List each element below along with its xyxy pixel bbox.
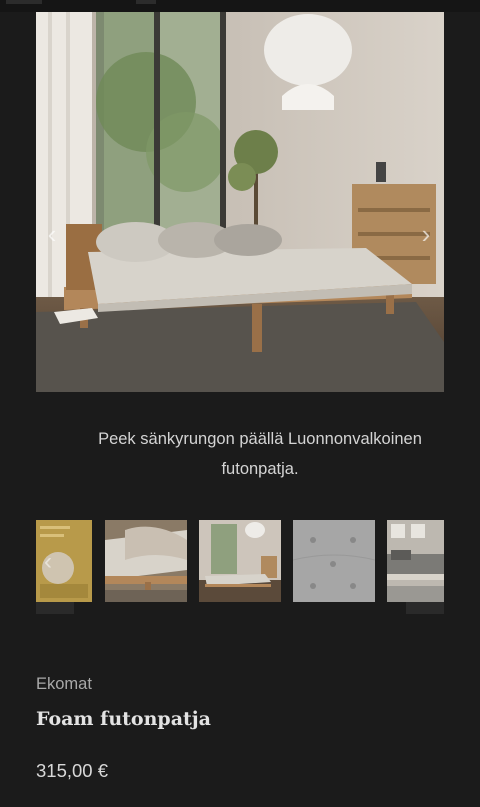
- top-tab-indicator: [6, 0, 42, 4]
- chevron-left-icon: ‹: [44, 548, 52, 575]
- thumbnail-3[interactable]: [199, 520, 281, 602]
- gallery-prev-button[interactable]: ‹: [40, 214, 64, 254]
- chevron-left-icon: ‹: [47, 218, 57, 249]
- gallery-next-button[interactable]: ›: [414, 214, 438, 254]
- image-caption: Peek sänkyrungon päällä Luonnonvalkoinen…: [98, 430, 422, 478]
- thumbnail-2[interactable]: [105, 520, 187, 602]
- product-price: 315,00 €: [36, 760, 109, 781]
- chevron-right-icon: ›: [421, 218, 431, 249]
- product-title: Foam futonpatja: [36, 708, 211, 730]
- top-tab-indicator-2: [136, 0, 156, 4]
- thumbnail-4[interactable]: [293, 520, 375, 602]
- thumbnail-strip: [36, 520, 444, 602]
- thumbnails-next-bar: [406, 602, 444, 614]
- thumbnails-prev-bar: [36, 602, 74, 614]
- main-product-image[interactable]: [36, 12, 444, 392]
- product-brand[interactable]: Ekomat: [36, 675, 92, 694]
- thumbnails-next-button[interactable]: [406, 520, 444, 614]
- thumbnails-prev-button[interactable]: ‹: [36, 520, 74, 614]
- top-bar: [0, 0, 480, 12]
